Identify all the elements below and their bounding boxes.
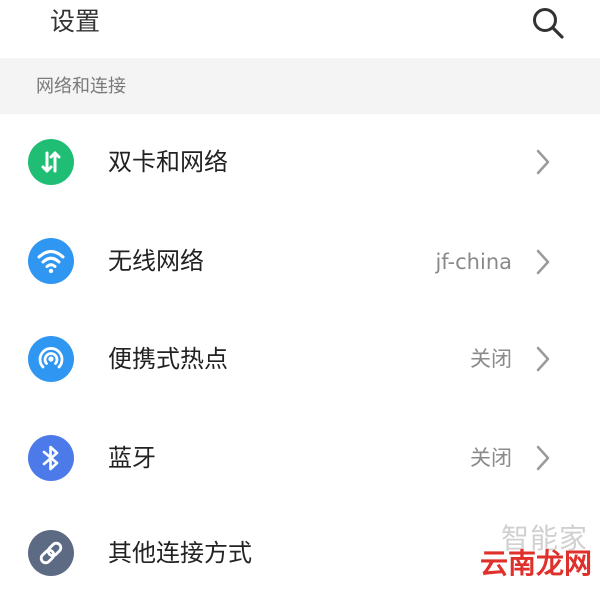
link-icon	[28, 530, 74, 576]
settings-item-dual-sim[interactable]: 双卡和网络	[0, 114, 600, 210]
search-icon	[533, 8, 564, 39]
header-bar: 设置	[0, 0, 600, 58]
chevron-right-icon	[536, 445, 550, 471]
settings-item-label: 无线网络	[108, 247, 204, 275]
chevron-right-icon	[536, 249, 550, 275]
settings-item-wifi[interactable]: 无线网络 jf-china	[0, 214, 600, 310]
settings-item-label: 蓝牙	[108, 444, 156, 472]
chevron-right-icon	[536, 346, 550, 372]
settings-item-label: 双卡和网络	[108, 148, 228, 176]
search-button[interactable]	[530, 5, 566, 41]
dual-sim-icon	[28, 139, 74, 185]
settings-item-label: 其他连接方式	[108, 539, 252, 567]
page-title: 设置	[50, 7, 101, 36]
section-header: 网络和连接	[0, 58, 600, 114]
settings-item-value: 关闭	[470, 347, 512, 371]
section-title: 网络和连接	[36, 76, 126, 97]
watermark: 智能家 云南龙网	[458, 524, 594, 584]
hotspot-icon	[28, 336, 74, 382]
settings-item-value: jf-china	[435, 250, 512, 274]
watermark-text-bottom: 云南龙网	[479, 547, 592, 580]
wifi-icon	[28, 238, 74, 284]
settings-item-hotspot[interactable]: 便携式热点 关闭	[0, 310, 600, 406]
settings-item-value: 关闭	[470, 446, 512, 470]
settings-item-label: 便携式热点	[108, 345, 228, 373]
chevron-right-icon	[536, 149, 550, 175]
bluetooth-icon	[28, 435, 74, 481]
settings-item-bluetooth[interactable]: 蓝牙 关闭	[0, 408, 600, 504]
